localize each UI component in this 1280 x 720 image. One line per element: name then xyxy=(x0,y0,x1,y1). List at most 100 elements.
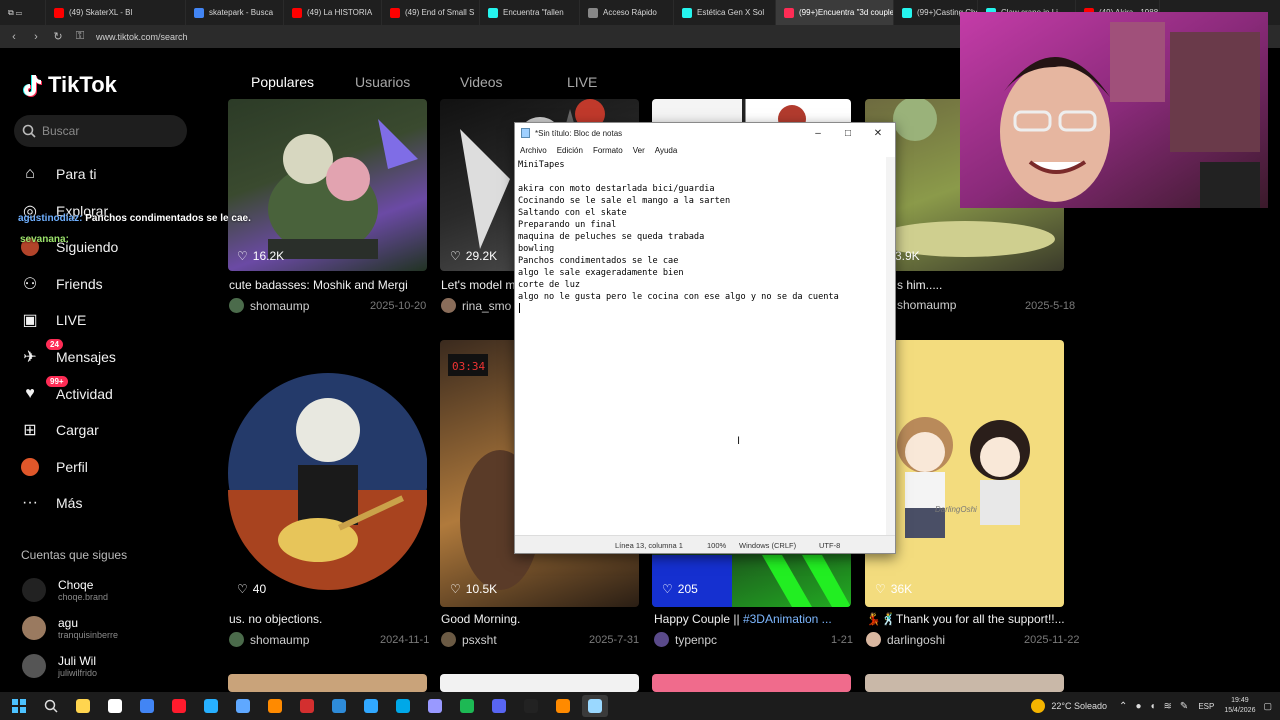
browser-tab[interactable]: (49) La HISTORIA xyxy=(284,0,382,25)
sidebar-item-mensajes[interactable]: ✈ 24 Mensajes xyxy=(20,339,210,373)
video-thumbnail[interactable] xyxy=(228,674,427,692)
taskbar-app[interactable] xyxy=(166,695,192,717)
following-account[interactable]: Juli Wil juliwilfrido xyxy=(22,654,97,678)
notification-icon[interactable]: ▢ xyxy=(1263,701,1272,712)
forward-icon[interactable]: › xyxy=(30,31,42,43)
sidebar-item-perfil[interactable]: Perfil xyxy=(20,451,210,483)
taskbar-app[interactable] xyxy=(102,695,128,717)
sidebar-item-parati[interactable]: ⌂ Para ti xyxy=(20,158,210,190)
clock[interactable]: 19:49 15/4/2026 xyxy=(1224,696,1255,716)
sidebar-item-actividad[interactable]: ♥ 99+ Actividad xyxy=(20,375,210,410)
volume-icon[interactable]: ◖ xyxy=(1149,701,1155,712)
search-input[interactable]: Buscar xyxy=(14,115,187,147)
tiktok-logo[interactable]: TikTok xyxy=(20,72,117,98)
browser-tab[interactable]: (99+)Encuentra "3d couple xyxy=(776,0,894,25)
sidebar-item-label: Actividad xyxy=(56,385,113,402)
video-author[interactable]: shomaump xyxy=(229,632,309,647)
reload-icon[interactable]: ↻ xyxy=(52,30,64,43)
video-author[interactable]: darlingoshi xyxy=(866,632,945,647)
video-author[interactable]: shomaump xyxy=(897,298,956,312)
url-text[interactable]: www.tiktok.com/search xyxy=(96,32,188,42)
video-title[interactable]: Let's model m xyxy=(441,278,516,292)
taskbar-app[interactable] xyxy=(134,695,160,717)
video-thumbnail[interactable] xyxy=(440,674,639,692)
video-thumbnail[interactable] xyxy=(228,99,427,271)
app-icon xyxy=(172,699,186,713)
like-count: ♡ 29.2K xyxy=(450,249,497,263)
browser-tab[interactable]: (49) End of Small S xyxy=(382,0,480,25)
tab-videos[interactable]: Videos xyxy=(460,74,503,90)
browser-tab[interactable]: Encuentra "fallen xyxy=(480,0,580,25)
vertical-scrollbar[interactable] xyxy=(886,157,895,535)
video-thumbnail[interactable] xyxy=(228,340,427,607)
taskbar-app[interactable] xyxy=(582,695,608,717)
taskbar-app[interactable] xyxy=(70,695,96,717)
tab-title: Estética Gen X Sol xyxy=(697,8,765,17)
following-account[interactable]: Choqe choqe.brand xyxy=(22,578,108,602)
video-title[interactable]: Happy Couple || #3DAnimation ... xyxy=(654,612,853,626)
tab-usuarios[interactable]: Usuarios xyxy=(355,74,410,90)
menu-archivo[interactable]: Archivo xyxy=(520,146,547,155)
video-author[interactable]: typenpc xyxy=(654,632,717,647)
taskbar-app[interactable] xyxy=(518,695,544,717)
menu-edicion[interactable]: Edición xyxy=(557,146,583,155)
following-account[interactable]: agu tranquisinberre xyxy=(22,616,118,640)
text-editor-area[interactable]: MiniTapes akira con moto destarlada bici/… xyxy=(516,157,886,535)
browser-tab[interactable]: skatepark - Busca xyxy=(186,0,284,25)
tab-favicon-icon xyxy=(390,7,400,18)
taskbar-app[interactable] xyxy=(230,695,256,717)
video-title[interactable]: 💃🕺Thank you for all the support!!... xyxy=(866,612,1065,626)
avatar xyxy=(866,632,881,647)
video-title[interactable]: s him..... xyxy=(897,278,997,292)
pen-icon[interactable]: ✎ xyxy=(1180,701,1188,712)
taskbar-app[interactable] xyxy=(262,695,288,717)
video-thumbnail[interactable] xyxy=(865,674,1064,692)
mic-icon[interactable]: ● xyxy=(1135,701,1141,712)
menu-ayuda[interactable]: Ayuda xyxy=(655,146,678,155)
tab-actions-icon[interactable]: ⧉ ▭ xyxy=(0,0,46,25)
browser-tab[interactable]: (49) SkaterXL - Bl xyxy=(46,0,186,25)
start-button[interactable] xyxy=(6,695,32,717)
tab-live[interactable]: LIVE xyxy=(567,74,597,90)
chat-message: sevanana: xyxy=(20,234,69,245)
hashtag-link[interactable]: #3DAnimation ... xyxy=(743,612,832,626)
sidebar-item-ms[interactable]: ··· Más xyxy=(20,487,210,519)
video-title[interactable]: Good Morning. xyxy=(441,612,640,626)
video-title[interactable]: us. no objections. xyxy=(229,612,428,626)
video-thumbnail[interactable] xyxy=(652,674,851,692)
sidebar-item-cargar[interactable]: ⊞ Cargar xyxy=(20,414,210,446)
taskbar-app[interactable] xyxy=(294,695,320,717)
taskbar-app[interactable] xyxy=(198,695,224,717)
notepad-window[interactable]: *Sin título: Bloc de notas – □ ✕ Archivo… xyxy=(514,122,896,554)
chevron-up-icon[interactable]: ⌃ xyxy=(1119,701,1127,712)
maximize-button[interactable]: □ xyxy=(833,123,863,143)
tab-populares[interactable]: Populares xyxy=(251,74,314,90)
taskbar-app[interactable] xyxy=(326,695,352,717)
video-author[interactable]: psxsht xyxy=(441,632,497,647)
wifi-icon[interactable]: ≋ xyxy=(1164,701,1172,712)
taskbar-app[interactable] xyxy=(390,695,416,717)
menu-formato[interactable]: Formato xyxy=(593,146,623,155)
taskbar-app[interactable] xyxy=(454,695,480,717)
taskbar-app[interactable] xyxy=(486,695,512,717)
site-info-icon[interactable]: ⚿ xyxy=(74,30,86,43)
taskbar-app[interactable] xyxy=(358,695,384,717)
video-title[interactable]: cute badasses: Moshik and Mergi xyxy=(229,278,428,292)
browser-tab[interactable]: Estética Gen X Sol xyxy=(674,0,776,25)
like-count: ♡ 36K xyxy=(875,582,912,596)
sidebar-item-live[interactable]: ▣ LIVE xyxy=(20,304,210,336)
browser-tab[interactable]: Acceso Rápido xyxy=(580,0,674,25)
close-button[interactable]: ✕ xyxy=(863,123,893,143)
video-author[interactable]: rina_smo xyxy=(441,298,511,313)
sidebar-item-friends[interactable]: ⚇ Friends xyxy=(20,268,210,300)
search-button[interactable] xyxy=(38,695,64,717)
video-author[interactable]: shomaump xyxy=(229,298,309,313)
taskbar-app[interactable] xyxy=(550,695,576,717)
back-icon[interactable]: ‹ xyxy=(8,31,20,43)
author-name: shomaump xyxy=(897,298,957,312)
language-indicator[interactable]: ESP xyxy=(1198,702,1214,711)
weather-widget[interactable]: 22°C Soleado xyxy=(1031,699,1107,713)
menu-ver[interactable]: Ver xyxy=(633,146,645,155)
taskbar-app[interactable] xyxy=(422,695,448,717)
minimize-button[interactable]: – xyxy=(803,123,833,143)
